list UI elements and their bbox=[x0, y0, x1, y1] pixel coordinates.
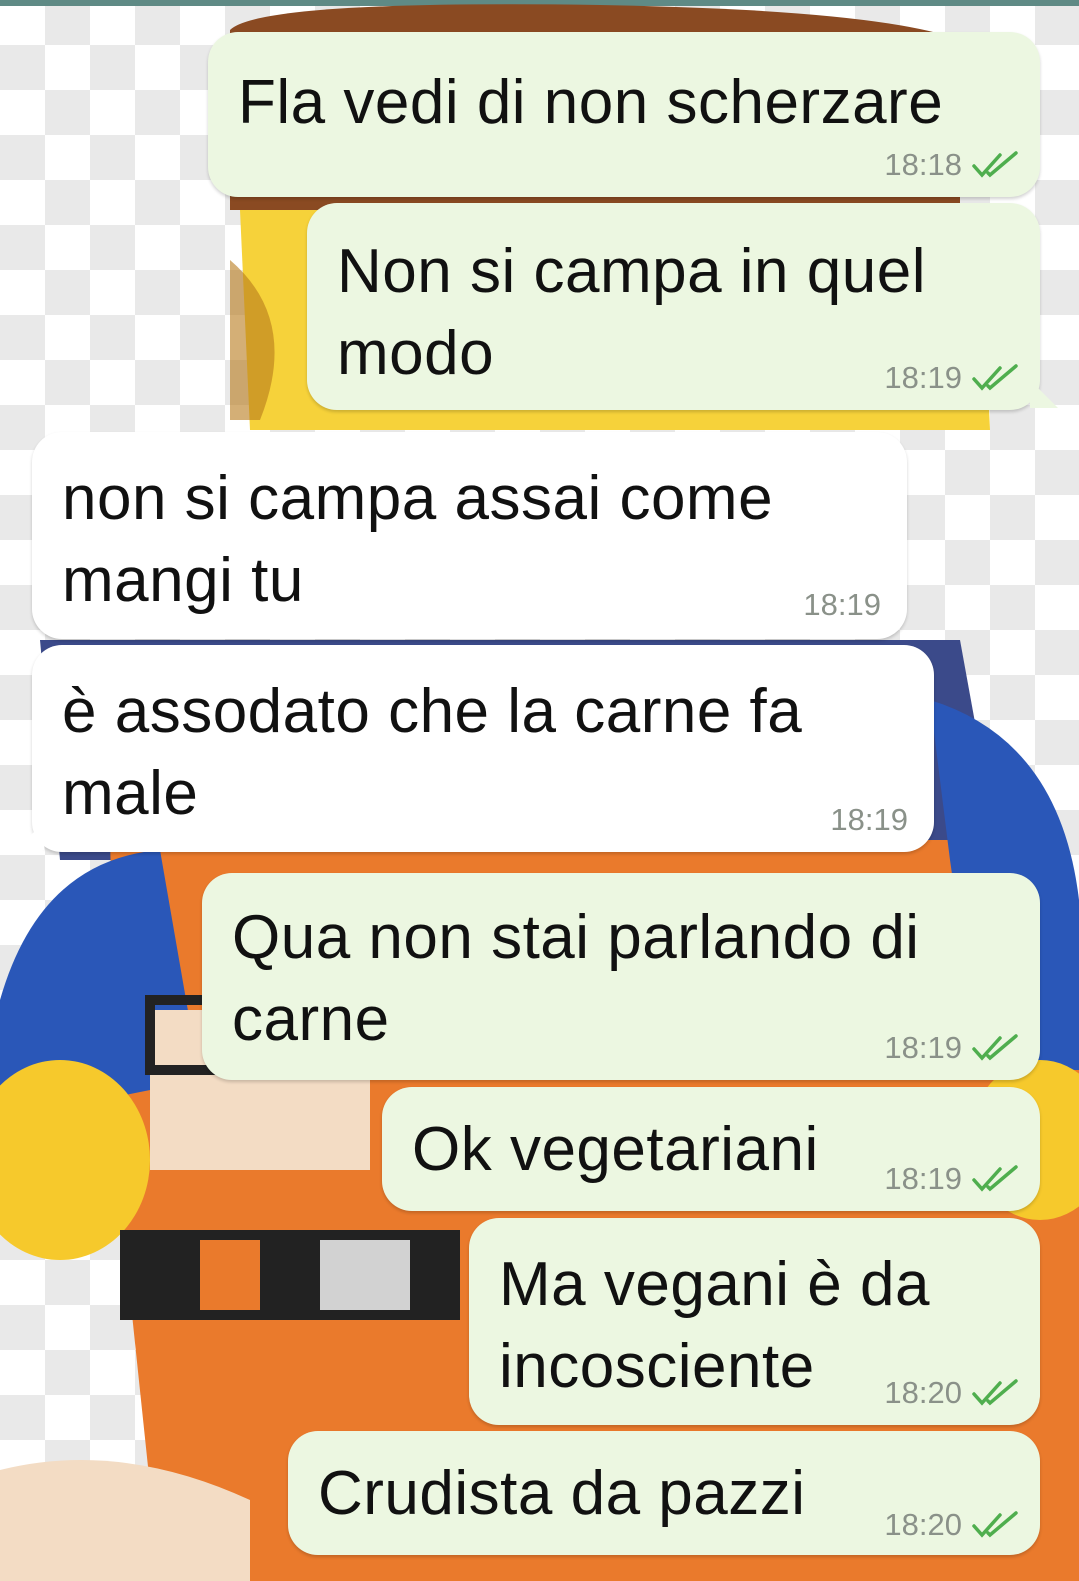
message-bubble-incoming[interactable]: non si campa assai come mangi tu 18:19 bbox=[32, 432, 907, 639]
read-ticks-icon bbox=[972, 1165, 1018, 1192]
message-bubble-incoming[interactable]: è assodato che la carne fa male 18:19 bbox=[32, 645, 934, 852]
message-text: non si campa assai come mangi tu bbox=[62, 464, 774, 615]
message-bubble-outgoing[interactable]: Crudista da pazzi 18:20 bbox=[288, 1431, 1040, 1555]
message-meta: 18:18 bbox=[884, 147, 1018, 183]
message-text: Ok vegetariani bbox=[412, 1115, 819, 1184]
message-time: 18:19 bbox=[884, 1030, 962, 1065]
read-ticks-icon bbox=[972, 151, 1018, 178]
read-ticks-icon bbox=[972, 364, 1018, 391]
message-text: Fla vedi di non scherzare bbox=[238, 68, 944, 137]
message-meta: 18:19 bbox=[884, 1161, 1018, 1197]
message-time: 18:19 bbox=[830, 802, 908, 837]
read-ticks-icon bbox=[972, 1379, 1018, 1406]
message-time: 18:19 bbox=[884, 1161, 962, 1196]
message-text: Ma vegani è da incosciente bbox=[499, 1250, 930, 1401]
message-time: 18:20 bbox=[884, 1507, 962, 1542]
bubble-tail bbox=[1030, 380, 1058, 408]
message-meta: 18:20 bbox=[884, 1507, 1018, 1543]
message-time: 18:19 bbox=[884, 360, 962, 395]
message-time: 18:18 bbox=[884, 147, 962, 182]
message-bubble-outgoing[interactable]: Fla vedi di non scherzare 18:18 bbox=[208, 32, 1040, 197]
message-meta: 18:19 bbox=[884, 360, 1018, 396]
message-text: Qua non stai parlando di carne bbox=[232, 903, 920, 1054]
read-ticks-icon bbox=[972, 1034, 1018, 1061]
message-time: 18:20 bbox=[884, 1375, 962, 1410]
message-bubble-outgoing[interactable]: Non si campa in quel modo 18:19 bbox=[307, 203, 1040, 410]
read-ticks-icon bbox=[972, 1511, 1018, 1538]
message-meta: 18:20 bbox=[884, 1375, 1018, 1411]
message-bubble-outgoing[interactable]: Ma vegani è da incosciente 18:20 bbox=[469, 1218, 1040, 1425]
message-bubble-outgoing[interactable]: Qua non stai parlando di carne 18:19 bbox=[202, 873, 1040, 1080]
message-bubble-outgoing[interactable]: Ok vegetariani 18:19 bbox=[382, 1087, 1040, 1211]
message-text: Crudista da pazzi bbox=[318, 1459, 806, 1528]
message-text: è assodato che la carne fa male bbox=[62, 677, 803, 828]
message-meta: 18:19 bbox=[830, 802, 908, 838]
message-text: Non si campa in quel modo bbox=[337, 237, 926, 388]
bubble-tail bbox=[16, 822, 44, 850]
message-time: 18:19 bbox=[803, 587, 881, 622]
message-meta: 18:19 bbox=[884, 1030, 1018, 1066]
message-meta: 18:19 bbox=[803, 587, 881, 623]
